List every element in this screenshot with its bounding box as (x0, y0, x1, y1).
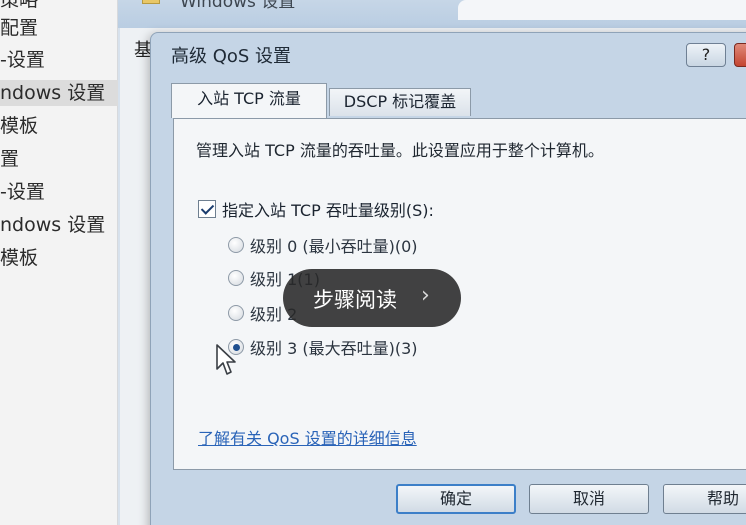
throughput-level-checkbox[interactable]: 指定入站 TCP 吞吐量级别(S): (198, 197, 434, 220)
background-tab (458, 0, 746, 20)
background-titlebar: Windows 设置 (118, 0, 746, 28)
radio-label: 级别 0 (最小吞吐量)(0) (250, 237, 418, 256)
tree-item-config-2[interactable]: 置 (0, 146, 118, 172)
tree-item-templates[interactable]: 模板 (0, 113, 118, 139)
radio-button-icon[interactable] (228, 270, 244, 286)
step-reading-label: 步骤阅读 (313, 288, 397, 312)
tab-inbound-tcp[interactable]: 入站 TCP 流量 (171, 83, 327, 118)
radio-level-0[interactable]: 级别 0 (最小吞吐量)(0) (228, 233, 418, 256)
mouse-pointer-icon (216, 344, 236, 375)
description-text: 管理入站 TCP 流量的吞吐量。此设置应用于整个计算机。 (196, 141, 604, 160)
checkbox-checked-icon[interactable] (198, 200, 216, 218)
radio-label: 级别 3 (最大吞吐量)(3) (250, 339, 418, 358)
cancel-button[interactable]: 取消 (529, 484, 649, 514)
tree-item-windows-settings-2[interactable]: ndows 设置 (0, 212, 118, 238)
tree-item-settings-2[interactable]: -设置 (0, 179, 118, 205)
qos-details-link[interactable]: 了解有关 QoS 设置的详细信息 (198, 425, 417, 449)
left-tree-pane: 策略 配置 -设置 ndows 设置 模板 置 -设置 ndows 设置 模板 (0, 0, 118, 525)
dialog-title: 高级 QoS 设置 (171, 46, 292, 67)
background-window-title: Windows 设置 (180, 0, 296, 12)
checkbox-label: 指定入站 TCP 吞吐量级别(S): (222, 201, 434, 220)
tree-item-config[interactable]: 配置 (0, 15, 118, 41)
tree-item-settings[interactable]: -设置 (0, 47, 118, 73)
chevron-right-icon: › (421, 283, 430, 308)
tree-item-windows-settings[interactable]: ndows 设置 (0, 80, 118, 106)
tab-dscp-override[interactable]: DSCP 标记覆盖 (329, 88, 471, 116)
close-icon[interactable]: ✕ (734, 43, 746, 67)
radio-level-3[interactable]: 级别 3 (最大吞吐量)(3) (228, 335, 418, 358)
radio-button-icon[interactable] (228, 305, 244, 321)
ok-button[interactable]: 确定 (396, 484, 516, 514)
help-icon[interactable]: ? (686, 43, 726, 67)
folder-icon (142, 0, 160, 4)
tree-item-templates-2[interactable]: 模板 (0, 245, 118, 271)
step-reading-button[interactable]: 步骤阅读 › (283, 269, 461, 327)
help-button[interactable]: 帮助 (663, 484, 746, 514)
radio-button-icon[interactable] (228, 237, 244, 253)
tree-item-policy[interactable]: 策略 (0, 0, 118, 13)
